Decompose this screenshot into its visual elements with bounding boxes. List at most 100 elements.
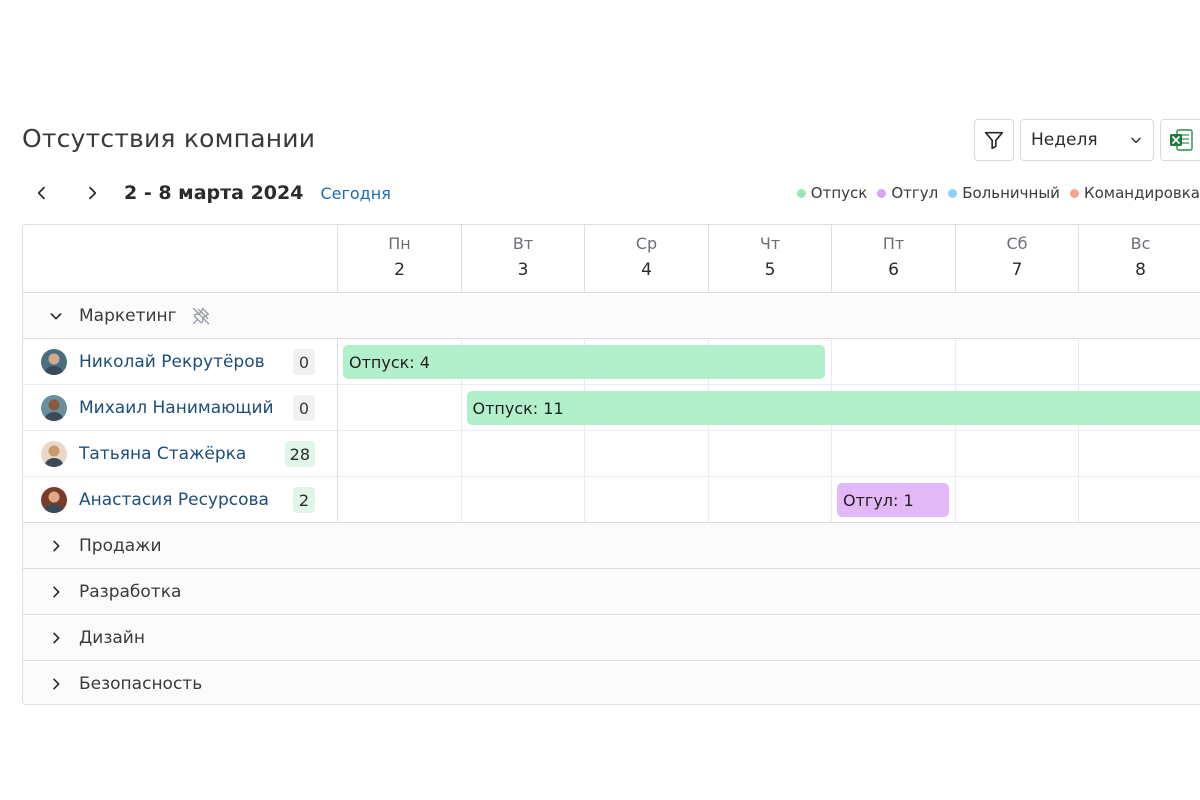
absence-bar[interactable]: Отпуск: 4 bbox=[343, 345, 825, 379]
employee-column-divider bbox=[337, 339, 338, 523]
prev-week-button[interactable] bbox=[26, 178, 58, 208]
employee-name-link[interactable]: Татьяна Стажёрка bbox=[79, 444, 279, 464]
employee-cell: Николай Рекрутёров 0 bbox=[23, 339, 337, 385]
filter-icon bbox=[984, 131, 1004, 150]
group-label: Маркетинг bbox=[79, 305, 177, 326]
day-name: Вт bbox=[512, 234, 534, 253]
group-label: Продажи bbox=[79, 535, 162, 556]
group-row-0[interactable]: Маркетинг bbox=[23, 293, 1200, 339]
absence-bar-label: Отгул: 1 bbox=[843, 490, 914, 510]
day-name: Пт bbox=[882, 234, 905, 253]
absence-bar-label: Отпуск: 11 bbox=[472, 398, 564, 418]
chevron-left-icon bbox=[37, 186, 45, 200]
group-label: Безопасность bbox=[79, 673, 203, 694]
avatar bbox=[41, 441, 67, 467]
day-number: 8 bbox=[1135, 260, 1146, 280]
day-number: 7 bbox=[1011, 260, 1023, 280]
absence-count-badge: 2 bbox=[293, 487, 315, 513]
avatar bbox=[41, 349, 67, 375]
day-number: 3 bbox=[517, 260, 529, 280]
legend-label: Отпуск bbox=[810, 184, 868, 202]
group-row-1[interactable]: Продажи bbox=[23, 523, 1200, 569]
employee-name-link[interactable]: Михаил Нанимающий bbox=[79, 398, 279, 418]
legend-label: Больничный bbox=[962, 184, 1060, 202]
employee-name-link[interactable]: Николай Рекрутёров bbox=[79, 352, 279, 372]
chevron-right-icon bbox=[53, 632, 60, 643]
day-header: Чт 5 bbox=[707, 225, 832, 293]
day-column-divider bbox=[954, 339, 956, 523]
legend-dot bbox=[796, 188, 806, 198]
avatar bbox=[41, 487, 67, 513]
expand-group-button[interactable] bbox=[45, 673, 67, 695]
day-name: Чт bbox=[759, 234, 781, 253]
group-row-2[interactable]: Разработка bbox=[23, 569, 1200, 615]
avatar bbox=[41, 395, 67, 421]
chevron-down-icon bbox=[1131, 137, 1141, 144]
expand-group-button[interactable] bbox=[45, 535, 67, 557]
group-label: Разработка bbox=[79, 581, 182, 602]
group-label: Дизайн bbox=[79, 627, 145, 648]
absence-count-badge: 0 bbox=[293, 395, 315, 421]
chevron-right-icon bbox=[53, 678, 60, 689]
day-name: Сб bbox=[1006, 234, 1028, 253]
legend-dot bbox=[948, 188, 958, 198]
day-header: Ср 4 bbox=[584, 225, 708, 293]
next-week-button[interactable] bbox=[76, 178, 108, 208]
day-header: Пн 2 bbox=[337, 225, 461, 293]
today-link[interactable]: Сегодня bbox=[320, 184, 390, 203]
absence-count-badge: 28 bbox=[284, 441, 315, 467]
filter-button[interactable] bbox=[974, 119, 1014, 161]
legend: Отпуск Отгул Больничный Командировка bbox=[796, 184, 1200, 202]
group-row-3[interactable]: Дизайн bbox=[23, 615, 1200, 661]
toolbar: Неделя bbox=[974, 119, 1200, 161]
day-column-divider bbox=[831, 339, 832, 523]
legend-item: Отгул bbox=[877, 184, 938, 202]
legend-item: Отпуск bbox=[796, 184, 868, 202]
employee-cell: Татьяна Стажёрка 28 bbox=[23, 431, 337, 477]
excel-export-button[interactable] bbox=[1160, 119, 1200, 161]
calendar-header: Пн 2 Вт 3 Ср 4 Чт 5 Пт 6 Сб 7 Вс 8 bbox=[23, 225, 1200, 293]
view-select[interactable]: Неделя bbox=[1020, 119, 1154, 161]
page-title: Отсутствия компании bbox=[22, 124, 316, 153]
expand-group-button[interactable] bbox=[45, 581, 67, 603]
absence-grid: Пн 2 Вт 3 Ср 4 Чт 5 Пт 6 Сб 7 Вс 8 Маркетинг Николай Р… bbox=[22, 224, 1200, 705]
day-header: Вс 8 bbox=[1078, 225, 1200, 293]
date-range: 2 - 8 марта 2024 bbox=[124, 182, 304, 204]
day-header: Сб 7 bbox=[954, 225, 1079, 293]
absence-bar[interactable]: Отгул: 1 bbox=[837, 483, 949, 517]
day-header: Пт 6 bbox=[831, 225, 955, 293]
day-column-divider bbox=[1078, 339, 1079, 523]
group-row-4[interactable]: Безопасность bbox=[23, 661, 1200, 704]
day-number: 6 bbox=[888, 260, 899, 280]
legend-dot bbox=[1069, 188, 1079, 198]
legend-item: Командировка bbox=[1069, 184, 1200, 202]
legend-label: Командировка bbox=[1083, 184, 1200, 202]
legend-label: Отгул bbox=[891, 184, 939, 202]
unpin-icon bbox=[192, 307, 209, 324]
legend-dot bbox=[877, 188, 887, 198]
legend-item: Больничный bbox=[948, 184, 1060, 202]
view-select-value: Неделя bbox=[1031, 130, 1098, 150]
chevron-right-icon bbox=[89, 186, 97, 200]
chevron-right-icon bbox=[53, 586, 60, 597]
employee-cell: Михаил Нанимающий 0 bbox=[23, 385, 337, 431]
day-header: Вт 3 bbox=[460, 225, 585, 293]
chevron-down-icon bbox=[50, 312, 62, 319]
employee-name-link[interactable]: Анастасия Ресурсова bbox=[79, 490, 279, 510]
day-name: Вс bbox=[1130, 234, 1151, 253]
day-number: 2 bbox=[394, 260, 405, 280]
day-name: Ср bbox=[635, 234, 658, 253]
employee-row: Анастасия Ресурсова 2 bbox=[23, 477, 1200, 523]
day-name: Пн bbox=[388, 234, 411, 253]
day-number: 5 bbox=[764, 260, 776, 280]
employee-cell: Анастасия Ресурсова 2 bbox=[23, 477, 337, 523]
expand-group-button[interactable] bbox=[45, 627, 67, 649]
employee-row: Татьяна Стажёрка 28 bbox=[23, 431, 1200, 477]
collapse-group-button[interactable] bbox=[45, 305, 67, 327]
chevron-right-icon bbox=[53, 540, 60, 551]
unpin-group-button[interactable] bbox=[191, 306, 211, 326]
excel-icon bbox=[1170, 129, 1193, 151]
day-number: 4 bbox=[641, 260, 652, 280]
absence-bar[interactable]: Отпуск: 11 bbox=[466, 391, 1200, 425]
period-navigation: 2 - 8 марта 2024 Сегодня bbox=[26, 178, 391, 208]
